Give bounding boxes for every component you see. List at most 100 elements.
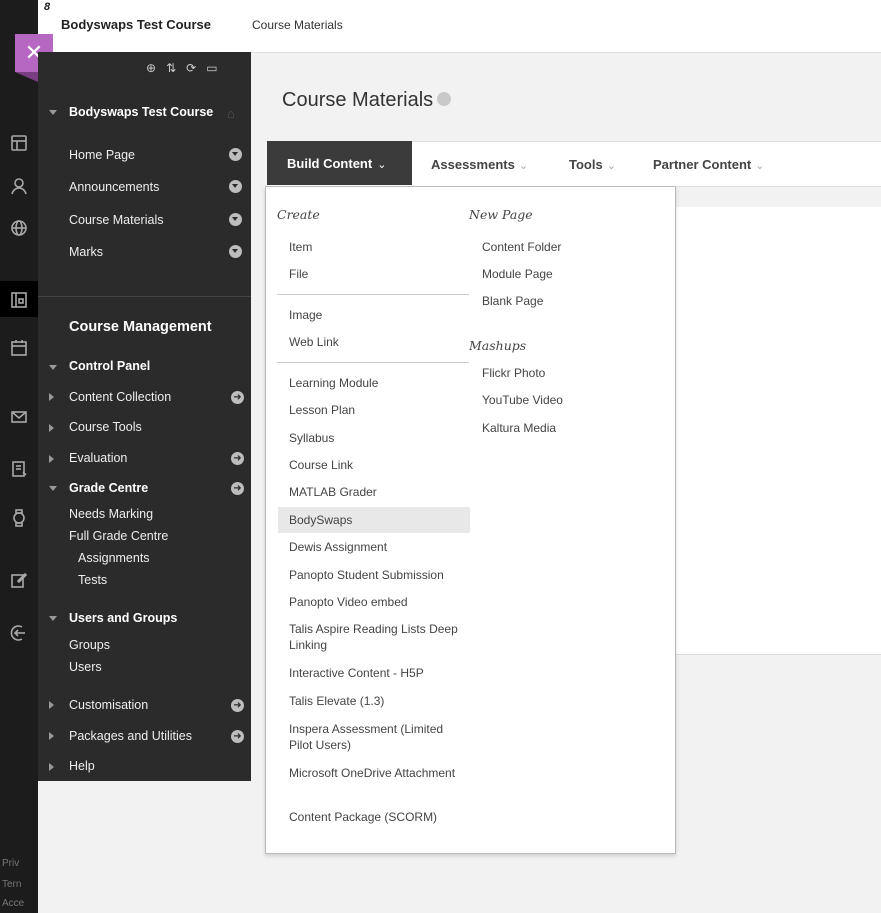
lesson-plan-option[interactable]: Lesson Plan xyxy=(289,402,355,418)
kaltura-media-option[interactable]: Kaltura Media xyxy=(482,420,556,436)
pin-icon: 8 xyxy=(40,0,54,14)
youtube-video-option[interactable]: YouTube Video xyxy=(482,392,563,408)
grade-centre-arrow-icon[interactable]: ➜ xyxy=(231,482,244,495)
talis-elevate-option[interactable]: Talis Elevate (1.3) xyxy=(289,693,384,709)
evaluation-expand-icon[interactable] xyxy=(49,455,54,463)
packages-expand-icon[interactable] xyxy=(49,732,54,740)
folder-view-icon[interactable]: ▭ xyxy=(206,61,217,75)
tools-menu[interactable]: Tools ⌄ xyxy=(569,157,616,172)
refresh-icon[interactable]: ⟳ xyxy=(186,61,196,75)
customisation-expand-icon[interactable] xyxy=(49,701,54,709)
course-menu-panel: ⊕ ⇅ ⟳ ▭ Bodyswaps Test Course ⌂ Home Pag… xyxy=(38,52,251,781)
content-collection-arrow-icon[interactable]: ➜ xyxy=(231,391,244,404)
panopto-student-submission-option[interactable]: Panopto Student Submission xyxy=(289,567,444,583)
page-options-icon[interactable] xyxy=(437,91,452,106)
footer-accessibility-link[interactable]: Acce xyxy=(2,898,24,909)
footer-terms-link[interactable]: Tern xyxy=(2,879,21,890)
course-tools-link[interactable]: Course Tools xyxy=(69,420,142,434)
announcements-options-icon[interactable] xyxy=(229,180,242,193)
menu-item-home-page[interactable]: Home Page xyxy=(69,148,135,162)
collapse-course-icon[interactable] xyxy=(49,110,57,115)
messages-icon[interactable] xyxy=(0,398,38,436)
edit-icon[interactable] xyxy=(0,561,38,599)
evaluation-link[interactable]: Evaluation xyxy=(69,451,127,465)
full-grade-centre-link[interactable]: Full Grade Centre xyxy=(69,529,168,543)
build-content-menu[interactable]: Build Content ⌄ xyxy=(267,141,412,185)
content-package-scorm-option[interactable]: Content Package (SCORM) xyxy=(289,809,437,825)
tests-link[interactable]: Tests xyxy=(78,573,107,587)
dropdown-separator xyxy=(277,294,469,295)
talis-aspire-option[interactable]: Talis Aspire Reading Lists Deep Linking xyxy=(289,621,459,653)
users-link[interactable]: Users xyxy=(69,660,102,674)
content-collection-link[interactable]: Content Collection xyxy=(69,390,171,404)
grades-icon[interactable] xyxy=(0,450,38,488)
create-web-link-option[interactable]: Web Link xyxy=(289,334,339,350)
grade-centre-collapse-icon[interactable] xyxy=(49,486,57,491)
microsoft-onedrive-option[interactable]: Microsoft OneDrive Attachment xyxy=(289,765,459,781)
groups-link[interactable]: Groups xyxy=(69,638,110,652)
create-image-option[interactable]: Image xyxy=(289,307,322,323)
new-page-heading: New Page xyxy=(469,207,533,222)
chevron-down-icon: ⌄ xyxy=(755,160,765,172)
menu-item-course-materials[interactable]: Course Materials xyxy=(69,213,163,227)
matlab-grader-option[interactable]: MATLAB Grader xyxy=(289,484,377,500)
control-panel-heading[interactable]: Control Panel xyxy=(69,359,150,373)
flickr-photo-option[interactable]: Flickr Photo xyxy=(482,365,545,381)
assessments-menu[interactable]: Assessments ⌄ xyxy=(431,157,528,172)
assessments-label: Assessments xyxy=(431,157,515,172)
syllabus-option[interactable]: Syllabus xyxy=(289,430,334,446)
marks-options-icon[interactable] xyxy=(229,245,242,258)
users-groups-collapse-icon[interactable] xyxy=(49,616,57,621)
assignments-link[interactable]: Assignments xyxy=(78,551,150,565)
reorder-icon[interactable]: ⇅ xyxy=(166,61,176,75)
control-panel-collapse-icon[interactable] xyxy=(49,365,57,370)
customisation-link[interactable]: Customisation xyxy=(69,698,148,712)
menu-item-announcements[interactable]: Announcements xyxy=(69,180,159,194)
interactive-content-h5p-option[interactable]: Interactive Content - H5P xyxy=(289,665,424,681)
chevron-down-icon: ⌄ xyxy=(377,159,387,171)
course-link-option[interactable]: Course Link xyxy=(289,457,353,473)
calendar-icon[interactable] xyxy=(0,329,38,367)
users-and-groups-link[interactable]: Users and Groups xyxy=(69,611,177,625)
evaluation-arrow-icon[interactable]: ➜ xyxy=(231,452,244,465)
packages-arrow-icon[interactable]: ➜ xyxy=(231,730,244,743)
chevron-down-icon: ⌄ xyxy=(518,160,529,172)
blank-page-option[interactable]: Blank Page xyxy=(482,293,543,309)
module-page-option[interactable]: Module Page xyxy=(482,266,553,282)
bodyswaps-option[interactable]: BodySwaps xyxy=(289,512,352,528)
add-menu-item-icon[interactable]: ⊕ xyxy=(146,61,156,75)
dewis-assignment-option[interactable]: Dewis Assignment xyxy=(289,539,387,555)
create-file-option[interactable]: File xyxy=(289,266,308,282)
customisation-arrow-icon[interactable]: ➜ xyxy=(231,699,244,712)
breadcrumb[interactable]: Course Materials xyxy=(252,18,343,32)
panopto-video-embed-option[interactable]: Panopto Video embed xyxy=(289,594,408,610)
content-folder-option[interactable]: Content Folder xyxy=(482,239,561,255)
partner-content-menu[interactable]: Partner Content ⌄ xyxy=(653,157,764,172)
close-tab-fold xyxy=(15,72,38,82)
dashboard-icon[interactable] xyxy=(0,124,38,162)
create-item-option[interactable]: Item xyxy=(289,239,312,255)
globe-icon[interactable] xyxy=(0,209,38,247)
help-link[interactable]: Help xyxy=(69,759,95,773)
home-page-options-icon[interactable] xyxy=(229,148,242,161)
create-heading: Create xyxy=(277,207,320,222)
course-tools-expand-icon[interactable] xyxy=(49,424,54,432)
page-title-text: Course Materials xyxy=(282,89,434,111)
help-expand-icon[interactable] xyxy=(49,763,54,771)
inspera-assessment-option[interactable]: Inspera Assessment (Limited Pilot Users) xyxy=(289,721,459,753)
learning-module-option[interactable]: Learning Module xyxy=(289,375,378,391)
course-menu-title[interactable]: Bodyswaps Test Course xyxy=(69,105,213,119)
build-content-dropdown: Create Item File Image Web Link Learning… xyxy=(265,186,676,854)
header-course-title[interactable]: Bodyswaps Test Course xyxy=(61,17,211,32)
sign-out-icon[interactable] xyxy=(0,614,38,652)
menu-item-marks[interactable]: Marks xyxy=(69,245,103,259)
course-materials-options-icon[interactable] xyxy=(229,213,242,226)
footer-privacy-link[interactable]: Priv xyxy=(2,858,19,869)
content-collection-expand-icon[interactable] xyxy=(49,393,54,401)
courses-icon[interactable] xyxy=(0,281,38,319)
needs-marking-link[interactable]: Needs Marking xyxy=(69,507,153,521)
grade-centre-link[interactable]: Grade Centre xyxy=(69,481,148,495)
packages-and-utilities-link[interactable]: Packages and Utilities xyxy=(69,729,192,743)
watch-icon[interactable] xyxy=(0,499,38,537)
profile-icon[interactable] xyxy=(0,167,38,205)
